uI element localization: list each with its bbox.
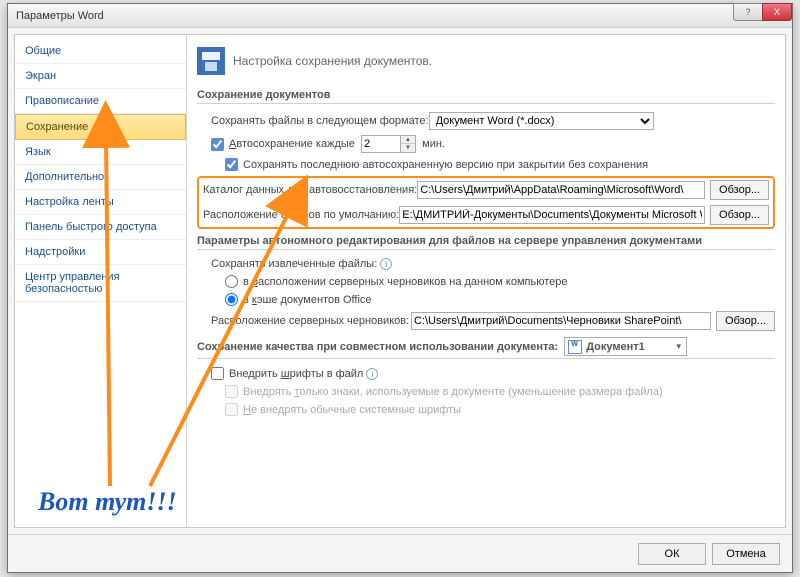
sidebar-item-general[interactable]: Общие [15, 39, 186, 64]
section-quality: Сохранение качества при совместном испол… [197, 337, 775, 359]
sidebar-item-ribbon[interactable]: Настройка ленты [15, 190, 186, 215]
sidebar: Общие Экран Правописание Сохранение Язык… [15, 35, 187, 527]
label-radio-server-drafts: в расположении серверных черновиков на д… [243, 276, 568, 288]
page-title: Настройка сохранения документов. [233, 54, 432, 68]
close-button[interactable]: X [762, 3, 792, 21]
document-select[interactable]: Документ1 ▼ [564, 337, 687, 356]
label-recovery-dir: Каталог данных для автовосстановления: [203, 184, 417, 196]
recovery-dir-browse-button[interactable]: Обзор... [710, 180, 769, 200]
help-button[interactable]: ? [733, 3, 763, 21]
embed-fonts-checkbox[interactable] [211, 367, 224, 380]
sidebar-item-proofing[interactable]: Правописание [15, 89, 186, 114]
radio-server-drafts[interactable] [225, 275, 238, 288]
save-icon [197, 47, 225, 75]
sidebar-item-trust[interactable]: Центр управления безопасностью [15, 265, 186, 302]
label-save-extracted: Сохранять извлеченные файлы: [211, 258, 377, 270]
section-offline-editing: Параметры автономного редактирования для… [197, 235, 775, 250]
sidebar-item-advanced[interactable]: Дополнительно [15, 165, 186, 190]
label-autosave-post: мин. [422, 138, 445, 150]
ok-button[interactable]: ОК [638, 543, 706, 565]
cancel-button[interactable]: Отмена [712, 543, 780, 565]
section-save-documents: Сохранение документов [197, 89, 775, 104]
label-autosave-pre: Автосохранение каждые [229, 138, 355, 150]
label-embed-only-used: Внедрять только знаки, используемые в до… [243, 386, 663, 398]
default-location-input[interactable] [399, 206, 705, 224]
spin-up-icon[interactable]: ▲ [401, 136, 415, 144]
label-keep-last-autosave: Сохранять последнюю автосохраненную верс… [243, 159, 648, 171]
label-embed-fonts: Внедрить шрифты в файл [229, 368, 363, 380]
embed-only-used-checkbox [225, 385, 238, 398]
sidebar-item-save[interactable]: Сохранение [15, 114, 186, 140]
titlebar: Параметры Word ? X [8, 4, 792, 28]
sidebar-item-addins[interactable]: Надстройки [15, 240, 186, 265]
chevron-down-icon: ▼ [675, 342, 683, 351]
label-default-location: Расположение файлов по умолчанию: [203, 209, 399, 221]
label-radio-office-cache: в кэше документов Office [243, 294, 372, 306]
keep-last-autosave-checkbox[interactable] [225, 158, 238, 171]
options-dialog: Параметры Word ? X Общие Экран Правописа… [7, 3, 793, 573]
spin-down-icon[interactable]: ▼ [401, 144, 415, 152]
word-doc-icon [568, 340, 582, 354]
label-server-drafts-loc: Расположение серверных черновиков: [211, 315, 411, 327]
sidebar-item-quickaccess[interactable]: Панель быстрого доступа [15, 215, 186, 240]
server-drafts-browse-button[interactable]: Обзор... [716, 311, 775, 331]
no-system-fonts-checkbox [225, 403, 238, 416]
radio-office-cache[interactable] [225, 293, 238, 306]
sidebar-item-display[interactable]: Экран [15, 64, 186, 89]
document-select-label: Документ1 [586, 341, 645, 353]
autosave-checkbox[interactable] [211, 138, 224, 151]
label-no-system-fonts: Не внедрять обычные системные шрифты [243, 404, 461, 416]
sidebar-item-language[interactable]: Язык [15, 140, 186, 165]
save-format-select[interactable]: Документ Word (*.docx) [429, 112, 654, 130]
main-pane: Настройка сохранения документов. Сохране… [187, 35, 785, 527]
window-title: Параметры Word [16, 10, 104, 22]
label-save-format: Сохранять файлы в следующем формате: [211, 115, 429, 127]
default-location-browse-button[interactable]: Обзор... [710, 205, 769, 225]
server-drafts-loc-input[interactable] [411, 312, 711, 330]
autosave-minutes-input[interactable] [361, 135, 401, 153]
recovery-dir-input[interactable] [417, 181, 705, 199]
info-icon[interactable]: i [366, 368, 378, 380]
info-icon[interactable]: i [380, 258, 392, 270]
